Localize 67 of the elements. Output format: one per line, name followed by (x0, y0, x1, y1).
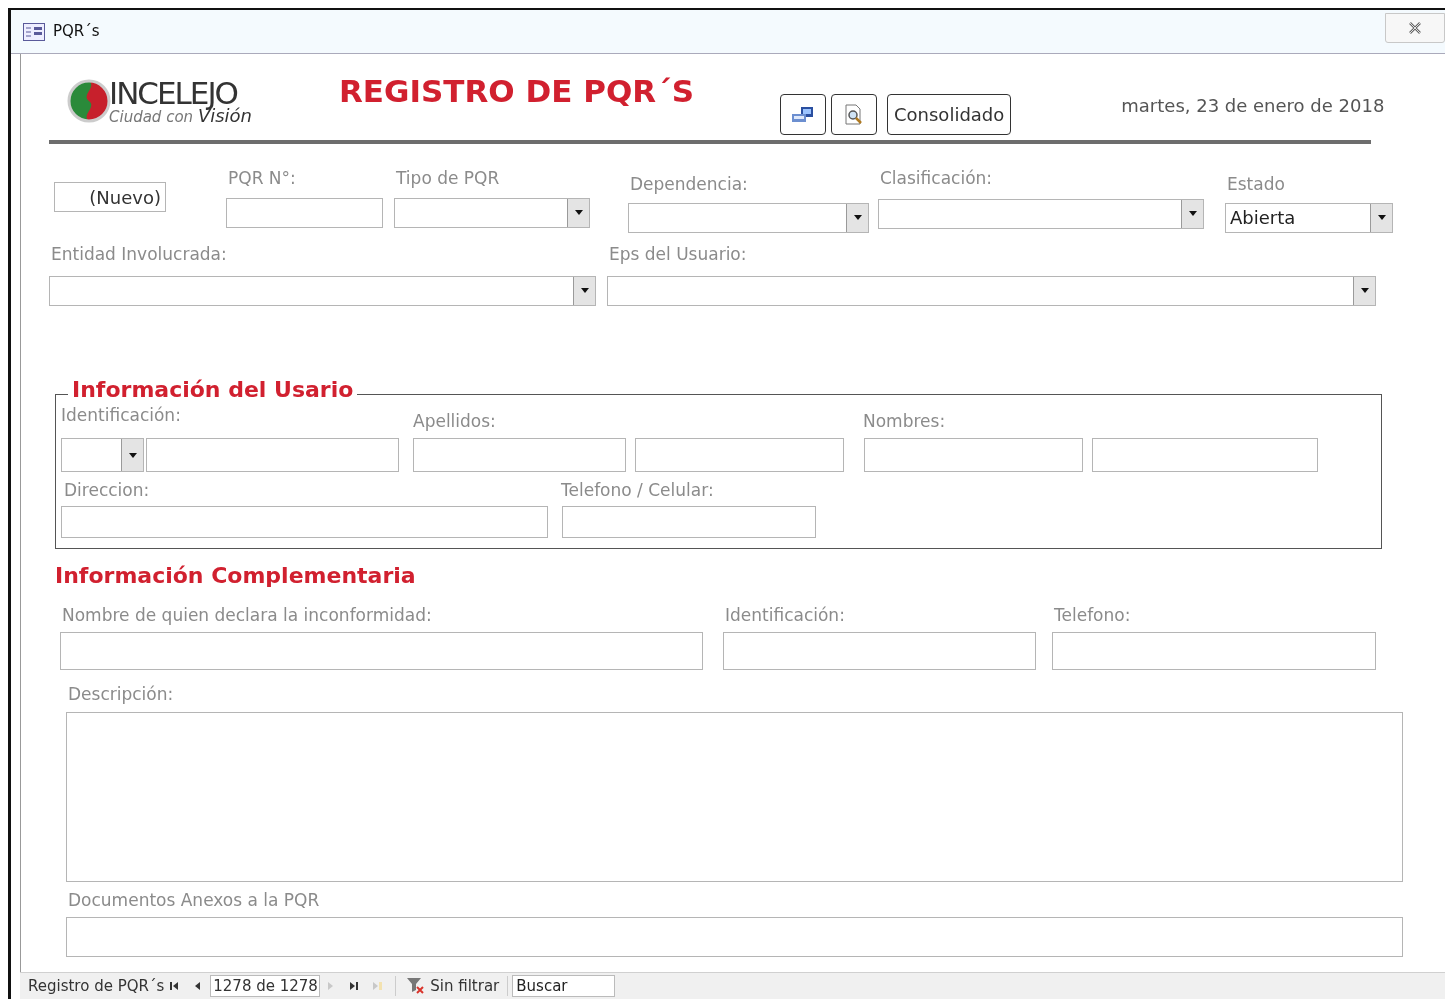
consolidated-button[interactable]: Consolidado (887, 94, 1012, 135)
input-field[interactable] (66, 917, 1403, 957)
section-title: Información Complementaria (55, 564, 417, 587)
input-field[interactable] (1052, 632, 1376, 670)
dropdown-button[interactable] (121, 439, 143, 471)
field-label: Clasificación: (879, 167, 994, 190)
caret-icon (580, 288, 589, 293)
filter-button[interactable]: Sin filtrar (402, 974, 504, 998)
field-label: Identificación: (724, 603, 846, 627)
dropdown-button[interactable] (846, 203, 868, 232)
field-label: PQR N°: (227, 167, 297, 190)
caret-icon (853, 215, 862, 220)
save-button[interactable] (780, 94, 826, 135)
input-field[interactable] (635, 438, 844, 472)
field-label: Nombre de quien declara la inconformidad: (61, 603, 433, 627)
field-label: Dependencia: (629, 173, 749, 196)
magnifier-icon (844, 103, 864, 126)
input-field[interactable] (146, 438, 399, 472)
field-label: Identificación: (61, 403, 182, 427)
record-number-field: (Nuevo) (54, 182, 166, 212)
dropdown-button[interactable] (567, 198, 589, 227)
record-navigator-label: Registro de PQR´s (28, 975, 165, 997)
close-icon (1408, 21, 1422, 34)
input-field[interactable] (226, 197, 383, 228)
field-label: Apellidos: (413, 409, 497, 433)
computer-icon (791, 105, 815, 124)
logo-emblem-icon (67, 79, 111, 123)
caret-icon (1188, 211, 1197, 216)
logo-text: INCELEJO (109, 77, 237, 109)
field-label: Nombres: (863, 409, 946, 433)
input-field[interactable] (1092, 438, 1318, 472)
field-label: Direccion: (63, 479, 151, 502)
memo-field[interactable] (66, 711, 1403, 882)
preview-button[interactable] (831, 94, 877, 135)
new-record-icon (372, 981, 384, 991)
field-label: Eps del Usuario: (608, 243, 748, 266)
input-field[interactable] (61, 505, 548, 538)
field-label: Telefono / Celular: (561, 479, 714, 502)
field-label: Tipo de PQR (395, 167, 501, 190)
field-label: Estado (1226, 173, 1286, 196)
caret-icon (574, 210, 583, 215)
window-title: PQR´s (53, 21, 100, 43)
form-icon (23, 22, 45, 41)
search-field[interactable]: Buscar (512, 975, 616, 997)
field-label: Descripción: (67, 683, 175, 706)
combo-box[interactable]: Abierta (1225, 202, 1393, 233)
dropdown-button[interactable] (1353, 276, 1375, 305)
form-title: REGISTRO DE PQR´S (339, 72, 694, 111)
record-counter-field[interactable]: 1278 de 1278 (210, 975, 321, 997)
date-label: martes, 23 de enero de 2018 (1121, 94, 1385, 118)
arrow-icon (349, 981, 361, 991)
dropdown-button[interactable] (573, 276, 595, 305)
input-field[interactable] (60, 632, 703, 670)
filter-icon (406, 977, 427, 995)
dropdown-button[interactable] (1370, 203, 1392, 232)
input-field[interactable] (562, 505, 816, 538)
field-label: Telefono: (1053, 603, 1132, 627)
input-field[interactable] (864, 438, 1083, 472)
caret-icon (128, 452, 137, 458)
field-label: Documentos Anexos a la PQR (67, 888, 321, 912)
field-label: Entidad Involucrada: (50, 243, 228, 266)
input-field[interactable] (413, 438, 626, 472)
input-field[interactable] (723, 632, 1036, 670)
caret-icon (1377, 215, 1386, 220)
caret-icon (1360, 288, 1369, 293)
dropdown-button[interactable] (1181, 199, 1203, 228)
close-button[interactable] (1385, 12, 1445, 43)
